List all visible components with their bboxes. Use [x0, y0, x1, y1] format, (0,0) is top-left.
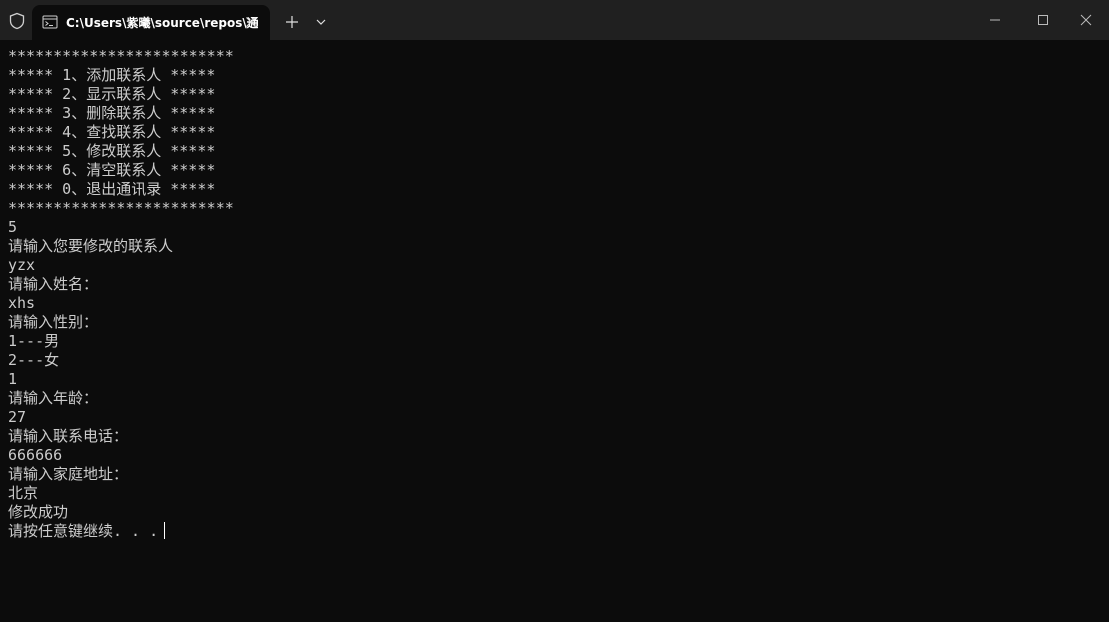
plus-icon — [286, 16, 298, 28]
console-line: 北京 — [8, 484, 39, 502]
close-icon — [1080, 14, 1092, 26]
console-line: ***** 5、修改联系人 ***** — [8, 142, 216, 160]
console-line: 请输入姓名： — [8, 275, 99, 293]
terminal-icon — [42, 14, 58, 30]
maximize-icon — [1038, 15, 1048, 25]
console-line: 27 — [8, 408, 27, 426]
close-window-button[interactable] — [1063, 0, 1109, 40]
console-line: ***** 3、删除联系人 ***** — [8, 104, 216, 122]
minimize-button[interactable] — [972, 0, 1018, 40]
console-prompt-line: 请按任意键继续. . . — [8, 522, 1098, 541]
minimize-icon — [990, 19, 1000, 21]
console-line: ***** 0、退出通讯录 ***** — [8, 180, 216, 198]
console-line: yzx — [8, 256, 36, 274]
console-line: ************************* — [8, 47, 234, 65]
shield-icon — [8, 12, 26, 30]
console-line: ***** 6、清空联系人 ***** — [8, 161, 216, 179]
console-line: 1 — [8, 370, 18, 388]
title-bar[interactable]: C:\Users\紫曦\source\repos\通 — [0, 0, 1109, 40]
tab-title: C:\Users\紫曦\source\repos\通 — [66, 16, 258, 30]
console-line: ***** 2、显示联系人 ***** — [8, 85, 216, 103]
console-line: 修改成功 — [8, 503, 69, 521]
console-line: 请输入您要修改的联系人 — [8, 237, 174, 255]
new-tab-button[interactable] — [282, 12, 302, 32]
maximize-button[interactable] — [1020, 0, 1066, 40]
console-output[interactable]: ************************* ***** 1、添加联系人 … — [8, 47, 1098, 607]
console-line: xhs — [8, 294, 36, 312]
tab-terminal[interactable]: C:\Users\紫曦\source\repos\通 — [32, 5, 270, 40]
tab-close-button[interactable] — [242, 13, 260, 31]
console-line: ***** 4、查找联系人 ***** — [8, 123, 216, 141]
console-line: ************************* — [8, 199, 234, 217]
close-icon — [246, 17, 256, 27]
console-line: 请输入性别： — [8, 313, 99, 331]
console-line: 5 — [8, 218, 18, 236]
console-line: ***** 1、添加联系人 ***** — [8, 66, 216, 84]
console-line: 2---女 — [8, 351, 60, 369]
console-line: 666666 — [8, 446, 63, 464]
tab-dropdown-button[interactable] — [313, 14, 329, 30]
console-line: 请输入联系电话： — [8, 427, 129, 445]
chevron-down-icon — [316, 19, 326, 25]
console-line: 1---男 — [8, 332, 60, 350]
console-prompt-text: 请按任意键继续. . . — [8, 522, 159, 540]
console-line: 请输入年龄： — [8, 389, 99, 407]
console-line: 请输入家庭地址： — [8, 465, 129, 483]
terminal-window: C:\Users\紫曦\source\repos\通 *************… — [0, 0, 1109, 622]
text-cursor — [164, 522, 166, 539]
